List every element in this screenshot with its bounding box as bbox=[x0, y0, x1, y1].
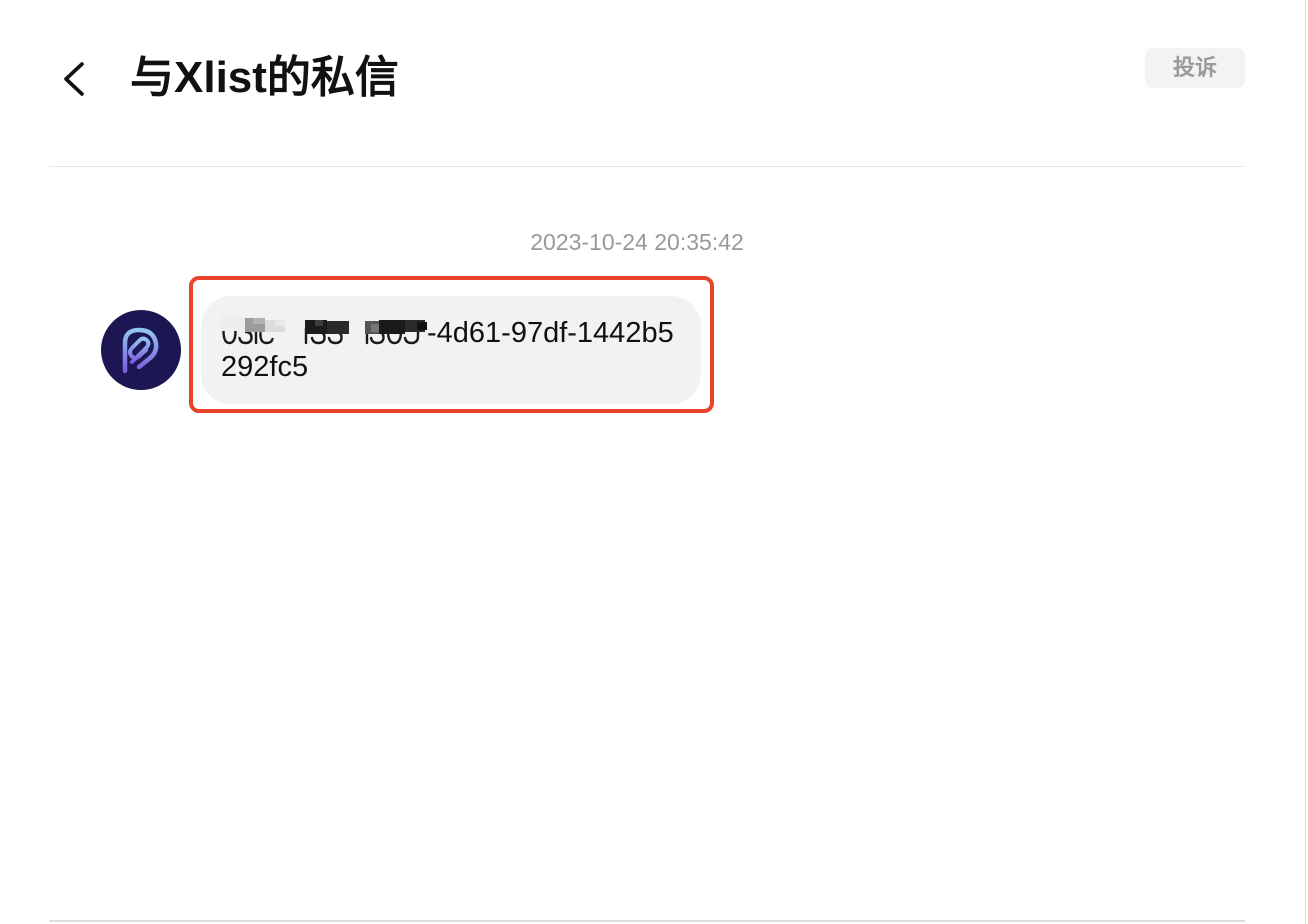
header-divider bbox=[49, 166, 1245, 167]
message-text-line-1: -4d61-97df-1442b5 bbox=[427, 317, 674, 349]
message-text-line-2: 292fc5 bbox=[221, 351, 309, 383]
avatar[interactable] bbox=[101, 310, 181, 390]
window-edge bbox=[1305, 0, 1306, 924]
message-timestamp: 2023-10-24 20:35:42 bbox=[530, 229, 744, 255]
paperclip-logo-icon bbox=[122, 327, 159, 374]
redaction-mosaic bbox=[221, 316, 427, 350]
page-title: 与Xlist的私信 bbox=[130, 53, 399, 102]
bottom-divider bbox=[49, 920, 1245, 922]
chevron-left-icon bbox=[64, 62, 84, 96]
message-bubble[interactable]: -4d61-97df-1442b5 292fc5 bbox=[201, 296, 701, 404]
message-line-1: -4d61-97df-1442b5 bbox=[221, 316, 681, 350]
back-button[interactable] bbox=[56, 58, 92, 100]
report-button[interactable]: 投诉 bbox=[1145, 48, 1245, 88]
